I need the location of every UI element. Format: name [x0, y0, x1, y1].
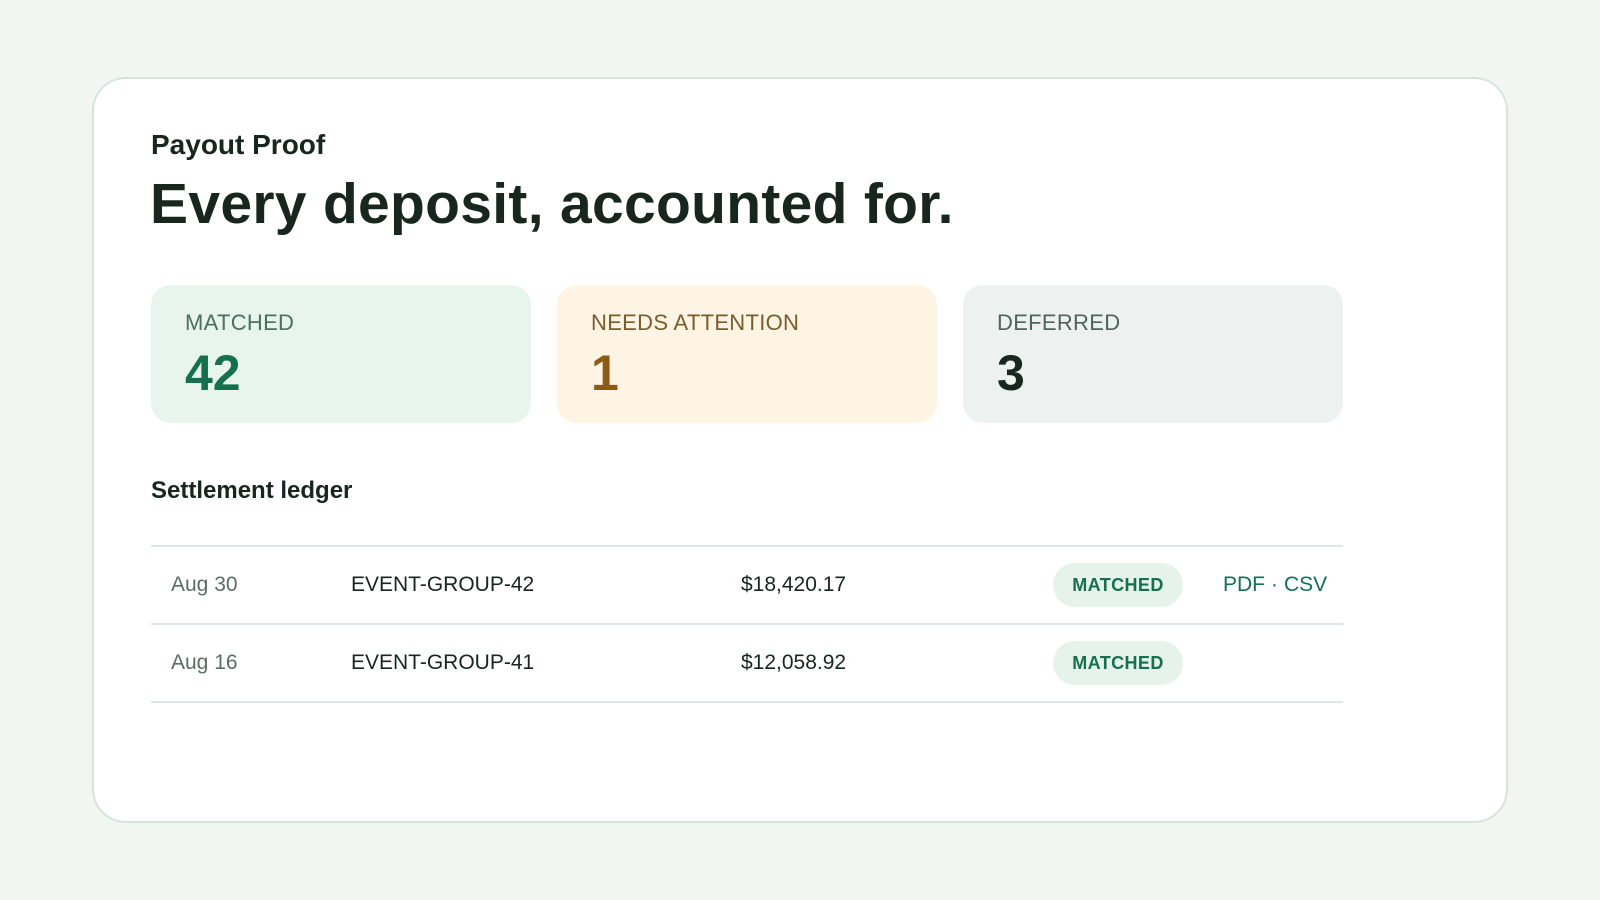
stat-value-deferred: 3 — [997, 345, 1025, 401]
stat-label-deferred: DEFERRED — [997, 310, 1121, 335]
stat-card-matched: MATCHED 42 — [151, 285, 531, 423]
settlement-ledger-table: Aug 30 EVENT-GROUP-42 $18,420.17 MATCHED… — [151, 545, 1343, 703]
status-badge: MATCHED — [1053, 563, 1183, 607]
row-amount: $18,420.17 — [741, 573, 847, 596]
stats-row: MATCHED 42 NEEDS ATTENTION 1 DEFERRED 3 — [151, 285, 1343, 423]
page-title: Every deposit, accounted for. — [150, 172, 954, 236]
stat-label-matched: MATCHED — [185, 310, 295, 335]
table-row: Aug 30 EVENT-GROUP-42 $18,420.17 MATCHED… — [151, 547, 1343, 625]
export-links: PDF · CSV — [1223, 573, 1327, 597]
stat-value-matched: 42 — [185, 345, 241, 401]
csv-download-link[interactable]: CSV — [1284, 573, 1327, 597]
stat-value-needs-attention: 1 — [591, 345, 619, 401]
row-date: Aug 16 — [171, 651, 238, 674]
section-eyebrow: Payout Proof — [151, 129, 326, 160]
row-date: Aug 30 — [171, 573, 238, 596]
link-separator: · — [1271, 573, 1278, 596]
stat-card-deferred: DEFERRED 3 — [963, 285, 1343, 423]
row-amount: $12,058.92 — [741, 651, 847, 674]
pdf-download-link[interactable]: PDF — [1223, 573, 1265, 597]
row-reference: EVENT-GROUP-42 — [351, 573, 535, 596]
ledger-title: Settlement ledger — [151, 477, 353, 504]
status-badge: MATCHED — [1053, 641, 1183, 685]
stat-card-needs-attention: NEEDS ATTENTION 1 — [557, 285, 937, 423]
row-reference: EVENT-GROUP-41 — [351, 651, 535, 674]
stat-label-needs-attention: NEEDS ATTENTION — [591, 310, 800, 335]
payout-proof-card: Payout Proof Every deposit, accounted fo… — [92, 77, 1508, 823]
table-row: Aug 16 EVENT-GROUP-41 $12,058.92 MATCHED — [151, 625, 1343, 703]
